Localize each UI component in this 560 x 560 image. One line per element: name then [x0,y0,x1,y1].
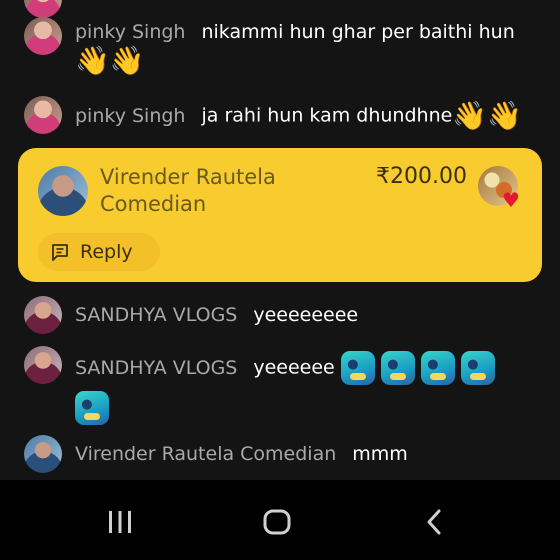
chat-message: pinky Singh ja rahi hun kam dhundhne👋👋 [24,96,540,134]
back-button[interactable] [414,502,454,542]
back-icon [427,509,441,535]
dino-sticker-icon [380,351,415,385]
chat-message: Virender Rautela Comedian mmm [24,435,540,473]
waving-hand-emoji: 👋👋 [452,99,523,132]
message-username[interactable]: pinky Singh [75,21,185,43]
dino-sticker-icon [340,351,375,385]
waving-hand-emoji: 👋👋 [75,44,145,77]
home-button[interactable] [257,502,297,542]
message-text: yeeeeee [253,356,335,379]
super-chat-amount: ₹200.00 [376,164,467,189]
message-username[interactable]: pinky Singh [75,105,185,127]
live-chat-list[interactable]: pinky Singh nikammi hun ghar per baithi h… [0,0,560,480]
message-username[interactable]: Virender Rautela Comedian [75,443,336,465]
message-username[interactable]: SANDHYA VLOGS [75,304,237,326]
message-text: yeeeeeeee [253,304,359,326]
super-chat-username[interactable]: Virender Rautela Comedian [100,164,320,218]
heart-icon: ♥ [502,188,520,212]
dino-sticker-icon [75,391,109,425]
home-icon [263,509,291,535]
recent-apps-icon [109,511,131,533]
avatar[interactable] [24,435,62,473]
message-text: ja rahi hun kam dhundhne [201,104,453,127]
avatar[interactable] [24,17,62,55]
dino-sticker-icon [460,351,495,385]
avatar [24,0,62,18]
chat-message: SANDHYA VLOGS yeeeeee [24,346,540,425]
system-navigation-bar [0,480,560,560]
cutoff-message [24,0,62,18]
reply-icon [52,244,68,261]
super-chat-card: Virender Rautela Comedian ₹200.00 ♥ Repl… [18,148,542,282]
message-username[interactable]: SANDHYA VLOGS [75,357,237,379]
chat-message: SANDHYA VLOGS yeeeeeeee [24,296,540,334]
avatar[interactable] [24,96,62,134]
avatar[interactable] [24,296,62,334]
avatar[interactable] [38,166,88,216]
chat-message: pinky Singh nikammi hun ghar per baithi h… [24,17,540,76]
message-text: mmm [352,443,408,465]
reply-button[interactable]: Reply [38,233,160,271]
avatar[interactable] [24,346,62,384]
reply-label: Reply [80,241,133,263]
message-text: nikammi hun ghar per baithi hun [201,21,515,43]
dino-sticker-icon [420,351,455,385]
recent-apps-button[interactable] [100,502,140,542]
